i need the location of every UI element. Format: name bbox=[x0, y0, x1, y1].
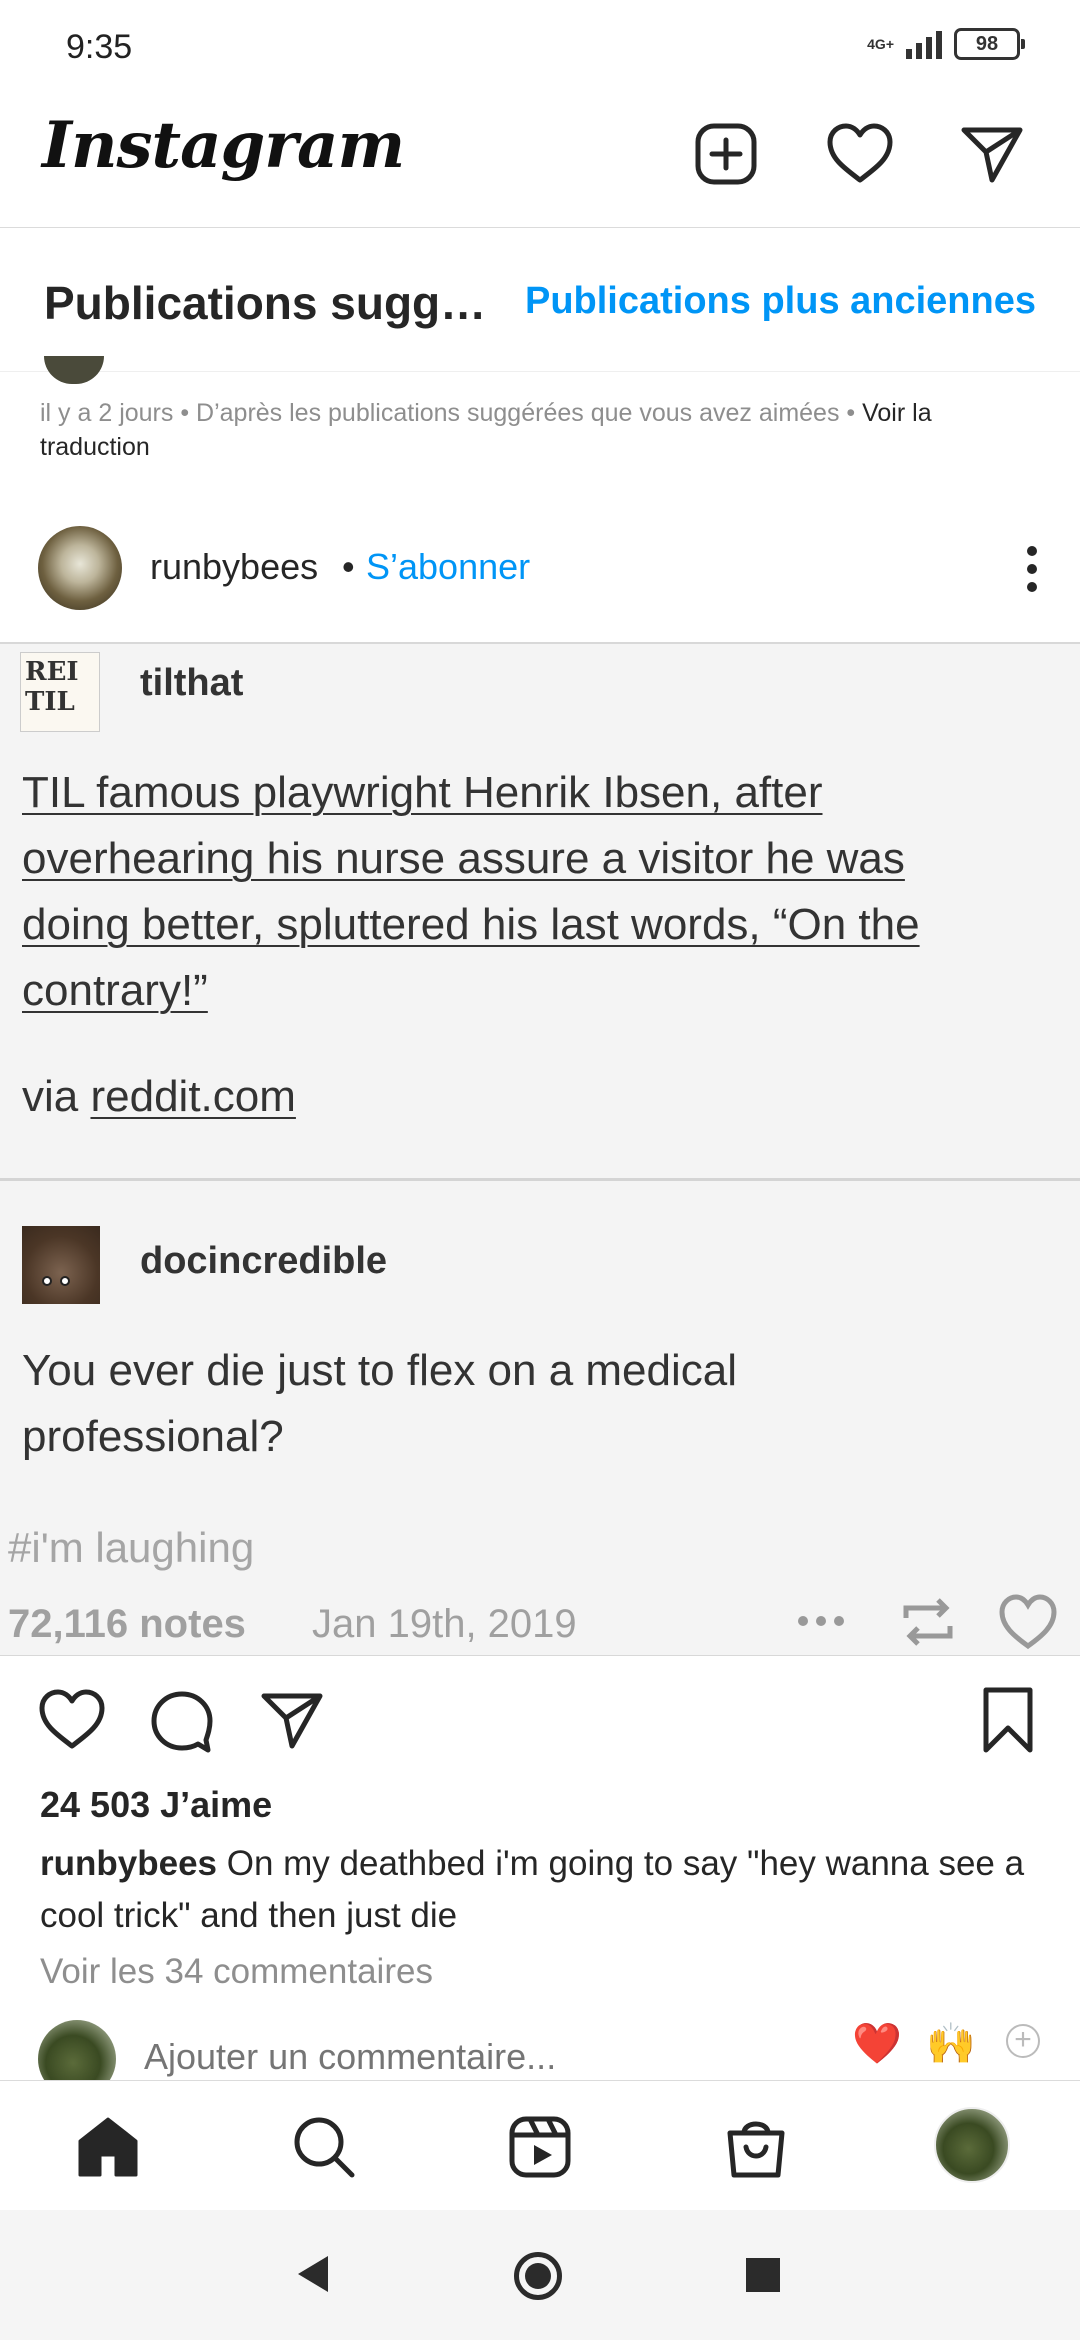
via-prefix: via bbox=[22, 1072, 91, 1121]
caption: runbybees On my deathbed i'm going to sa… bbox=[40, 1838, 1050, 1942]
divider bbox=[0, 1178, 1080, 1181]
post-meta-text: il y a 2 jours • D’après les publication… bbox=[40, 399, 863, 427]
home-button-icon[interactable] bbox=[514, 2252, 562, 2300]
tag: #i'm laughing bbox=[8, 1524, 255, 1571]
app-header: Instagram bbox=[0, 90, 1080, 228]
recents-icon[interactable] bbox=[746, 2258, 780, 2292]
op-username: tilthat bbox=[140, 662, 244, 704]
system-nav bbox=[0, 2210, 1080, 2340]
follow-button[interactable]: S’abonner bbox=[366, 546, 530, 588]
profile-avatar[interactable] bbox=[934, 2107, 1010, 2183]
previous-post-meta: il y a 2 jours • D’après les publication… bbox=[40, 396, 1040, 464]
comment-input[interactable] bbox=[144, 2036, 744, 2078]
reply-text: You ever die just to flex on a medical p… bbox=[22, 1338, 737, 1470]
more-options-icon[interactable] bbox=[1022, 546, 1042, 598]
post-header: runbybees • S’abonner bbox=[0, 510, 1080, 642]
reply-text-line: professional? bbox=[22, 1412, 284, 1461]
separator-dot: • bbox=[342, 546, 355, 587]
previous-post-avatar bbox=[44, 356, 104, 384]
heart-reaction[interactable]: ❤️ bbox=[852, 2020, 902, 2067]
via-link: reddit.com bbox=[90, 1072, 296, 1121]
op-text: TIL famous playwright Henrik Ibsen, afte… bbox=[22, 760, 920, 1024]
add-comment-row: ❤️ 🙌 + bbox=[0, 2020, 1080, 2080]
new-post-icon[interactable] bbox=[690, 118, 762, 190]
post-image[interactable]: REI TIL tilthat TIL famous playwright He… bbox=[0, 642, 1080, 1656]
reblog-icon bbox=[903, 1598, 953, 1646]
avatar bbox=[38, 2020, 116, 2080]
add-reaction-icon[interactable]: + bbox=[1006, 2024, 1040, 2058]
instagram-logo[interactable]: Instagram bbox=[42, 108, 405, 183]
docincredible-avatar bbox=[22, 1226, 100, 1304]
signal-icon bbox=[906, 29, 942, 59]
suggested-posts-bar: Publications sugg… Publications plus anc… bbox=[0, 228, 1080, 372]
caption-username[interactable]: runbybees bbox=[40, 1844, 217, 1883]
post-actions bbox=[0, 1684, 1080, 1764]
ellipsis-icon bbox=[798, 1616, 844, 1626]
heart-icon[interactable] bbox=[824, 118, 896, 190]
bottom-nav bbox=[0, 2080, 1080, 2210]
share-icon[interactable] bbox=[256, 1684, 328, 1756]
shop-icon[interactable] bbox=[720, 2111, 792, 2183]
avatar[interactable] bbox=[38, 526, 122, 610]
via-line: via reddit.com bbox=[22, 1064, 296, 1130]
raised-hands-reaction[interactable]: 🙌 bbox=[926, 2020, 976, 2067]
op-text-line: TIL famous playwright Henrik Ibsen, afte… bbox=[22, 768, 823, 817]
status-bar: 9:35 4G+ 98 bbox=[0, 0, 1080, 90]
op-text-line: doing better, spluttered his last words,… bbox=[22, 900, 920, 949]
battery-icon: 98 bbox=[954, 28, 1025, 60]
post-username[interactable]: runbybees bbox=[150, 546, 318, 588]
bookmark-icon[interactable] bbox=[972, 1684, 1044, 1756]
tumblr-heart-icon bbox=[999, 1594, 1057, 1650]
op-text-line: overhearing his nurse assure a visitor h… bbox=[22, 834, 905, 883]
home-icon[interactable] bbox=[72, 2111, 144, 2183]
older-posts-link[interactable]: Publications plus anciennes bbox=[525, 280, 1036, 323]
status-indicators: 4G+ 98 bbox=[867, 28, 1025, 60]
notes-count: 72,116 notes bbox=[8, 1602, 246, 1646]
like-icon[interactable] bbox=[36, 1684, 108, 1756]
reels-icon[interactable] bbox=[504, 2111, 576, 2183]
post-date: Jan 19th, 2019 bbox=[312, 1602, 577, 1646]
network-type: 4G+ bbox=[867, 36, 894, 52]
search-icon[interactable] bbox=[288, 2111, 360, 2183]
op-text-line: contrary!” bbox=[22, 966, 208, 1015]
reply-text-line: You ever die just to flex on a medical bbox=[22, 1346, 738, 1395]
tilthat-avatar: REI TIL bbox=[20, 652, 100, 732]
reply-username: docincredible bbox=[140, 1240, 388, 1282]
status-time: 9:35 bbox=[66, 28, 133, 66]
view-comments-link[interactable]: Voir les 34 commentaires bbox=[40, 1952, 433, 1992]
comment-icon[interactable] bbox=[146, 1684, 218, 1756]
likes-count[interactable]: 24 503 J’aime bbox=[40, 1784, 272, 1826]
back-icon[interactable] bbox=[298, 2256, 328, 2292]
direct-message-icon[interactable] bbox=[956, 118, 1028, 190]
suggested-posts-title: Publications sugg… bbox=[44, 277, 487, 329]
